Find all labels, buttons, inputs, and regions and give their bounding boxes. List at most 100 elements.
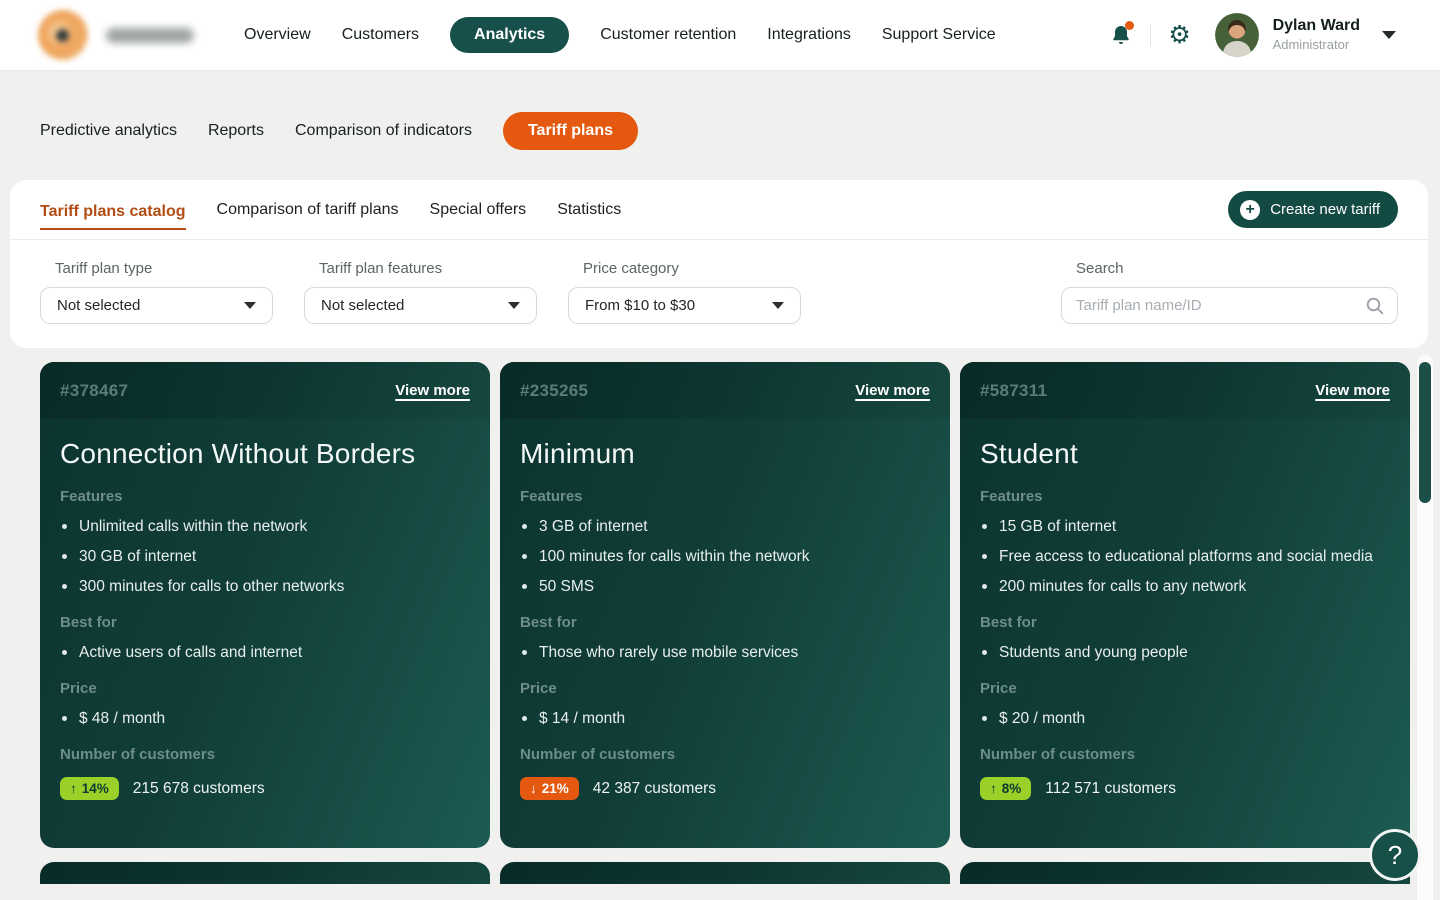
subnav-comparison-of-indicators[interactable]: Comparison of indicators <box>295 122 472 140</box>
notification-dot <box>1125 21 1134 30</box>
tariff-card-body: Student Features 15 GB of internet Free … <box>960 437 1410 800</box>
caret-down-icon <box>772 302 784 309</box>
change-percent: 21% <box>542 781 569 796</box>
tariff-card-body: Connection Without Borders Features Unli… <box>40 437 490 800</box>
change-percent: 8% <box>1002 781 1022 796</box>
select-value: Not selected <box>57 297 140 314</box>
caret-down-icon <box>508 302 520 309</box>
tariff-id: #378467 <box>60 381 128 401</box>
subnav-tariff-plans-active[interactable]: Tariff plans <box>503 112 638 150</box>
best-for-label: Best for <box>520 613 930 633</box>
brand-logo-wordmark <box>106 28 194 43</box>
help-button[interactable]: ? <box>1369 829 1421 881</box>
tariff-title: Connection Without Borders <box>60 437 470 471</box>
nav-integrations[interactable]: Integrations <box>767 26 851 44</box>
chevron-down-icon[interactable] <box>1382 31 1396 39</box>
customers-row: ↑ 8% 112 571 customers <box>980 777 1390 800</box>
best-for-item: Students and young people <box>980 642 1390 663</box>
notification-bell-icon[interactable] <box>1104 18 1138 52</box>
change-percent: 14% <box>82 781 109 796</box>
search-box <box>1061 287 1398 324</box>
customers-count: 42 387 customers <box>593 780 716 798</box>
customers-label: Number of customers <box>980 745 1390 765</box>
customers-row: ↓ 21% 42 387 customers <box>520 777 930 800</box>
customers-count: 215 678 customers <box>133 780 265 798</box>
help-question-mark: ? <box>1388 840 1402 871</box>
feature-item: 30 GB of internet <box>60 546 470 567</box>
user-menu[interactable]: Dylan Ward Administrator <box>1273 17 1360 52</box>
filter-label: Tariff plan type <box>55 260 273 277</box>
arrow-down-icon: ↓ <box>530 781 537 796</box>
search-icon[interactable] <box>1365 296 1385 316</box>
price-label: Price <box>60 679 470 699</box>
scrollbar-thumb[interactable] <box>1419 362 1431 503</box>
view-more-link[interactable]: View more <box>1315 382 1390 399</box>
tab-special-offers[interactable]: Special offers <box>430 197 527 223</box>
price-category-select[interactable]: From $10 to $30 <box>568 287 801 324</box>
tab-tariff-plans-catalog[interactable]: Tariff plans catalog <box>40 199 186 230</box>
filter-label: Tariff plan features <box>319 260 537 277</box>
price-item: $ 20 / month <box>980 708 1390 729</box>
subnav-predictive-analytics[interactable]: Predictive analytics <box>40 122 177 140</box>
customers-label: Number of customers <box>520 745 930 765</box>
nav-overview[interactable]: Overview <box>244 26 311 44</box>
tab-statistics[interactable]: Statistics <box>557 197 621 223</box>
brand-logo[interactable] <box>38 10 194 60</box>
tariff-plan-features-select[interactable]: Not selected <box>304 287 537 324</box>
nav-customer-retention[interactable]: Customer retention <box>600 26 736 44</box>
view-more-link[interactable]: View more <box>395 382 470 399</box>
select-value: Not selected <box>321 297 404 314</box>
tab-comparison-of-tariff-plans[interactable]: Comparison of tariff plans <box>217 197 399 223</box>
scrollbar-track[interactable] <box>1417 355 1433 900</box>
tariff-plan-type-select[interactable]: Not selected <box>40 287 273 324</box>
feature-item: 300 minutes for calls to other networks <box>60 576 470 597</box>
analytics-subnav: Predictive analytics Reports Comparison … <box>0 71 1440 150</box>
filter-tariff-plan-type: Tariff plan type Not selected <box>40 260 273 324</box>
nav-analytics-active[interactable]: Analytics <box>450 17 569 53</box>
feature-item: 15 GB of internet <box>980 516 1390 537</box>
top-header: Overview Customers Analytics Customer re… <box>0 0 1440 71</box>
nav-customers[interactable]: Customers <box>342 26 419 44</box>
search-input[interactable] <box>1076 297 1365 314</box>
features-label: Features <box>60 487 470 507</box>
caret-down-icon <box>244 302 256 309</box>
partial-tariff-card[interactable] <box>500 862 950 884</box>
plus-icon: + <box>1240 200 1260 220</box>
feature-item: Free access to educational platforms and… <box>980 546 1390 567</box>
select-value: From $10 to $30 <box>585 297 695 314</box>
avatar-image <box>1215 13 1259 57</box>
feature-item: 3 GB of internet <box>520 516 930 537</box>
feature-item: Unlimited calls within the network <box>60 516 470 537</box>
create-new-tariff-label: Create new tariff <box>1270 201 1380 218</box>
partial-tariff-card[interactable] <box>960 862 1410 884</box>
tariff-cards-row: #378467 View more Connection Without Bor… <box>0 362 1440 848</box>
feature-item: 200 minutes for calls to any network <box>980 576 1390 597</box>
filter-label: Price category <box>583 260 801 277</box>
tariff-catalog-panel: Tariff plans catalog Comparison of tarif… <box>10 180 1428 348</box>
price-item: $ 14 / month <box>520 708 930 729</box>
next-row-partial-cards <box>0 862 1440 884</box>
customers-row: ↑ 14% 215 678 customers <box>60 777 470 800</box>
filter-price-category: Price category From $10 to $30 <box>568 260 801 324</box>
view-more-link[interactable]: View more <box>855 382 930 399</box>
best-for-label: Best for <box>980 613 1390 633</box>
subnav-reports[interactable]: Reports <box>208 122 264 140</box>
partial-tariff-card[interactable] <box>40 862 490 884</box>
arrow-up-icon: ↑ <box>70 781 77 796</box>
user-avatar[interactable] <box>1215 13 1259 57</box>
user-name: Dylan Ward <box>1273 17 1360 35</box>
best-for-list: Active users of calls and internet <box>60 642 470 663</box>
brand-logo-icon <box>38 10 88 60</box>
search-field-group: Search <box>1061 260 1398 324</box>
tariff-title: Minimum <box>520 437 930 471</box>
create-new-tariff-button[interactable]: + Create new tariff <box>1228 191 1398 228</box>
user-role: Administrator <box>1273 38 1360 53</box>
tariff-card-header: #587311 View more <box>960 362 1410 419</box>
price-list: $ 48 / month <box>60 708 470 729</box>
price-item: $ 48 / month <box>60 708 470 729</box>
customers-label: Number of customers <box>60 745 470 765</box>
nav-support-service[interactable]: Support Service <box>882 26 996 44</box>
tariff-card-587311: #587311 View more Student Features 15 GB… <box>960 362 1410 848</box>
settings-gear-icon[interactable]: ⚙ <box>1163 18 1197 52</box>
growth-badge: ↑ 14% <box>60 777 119 800</box>
